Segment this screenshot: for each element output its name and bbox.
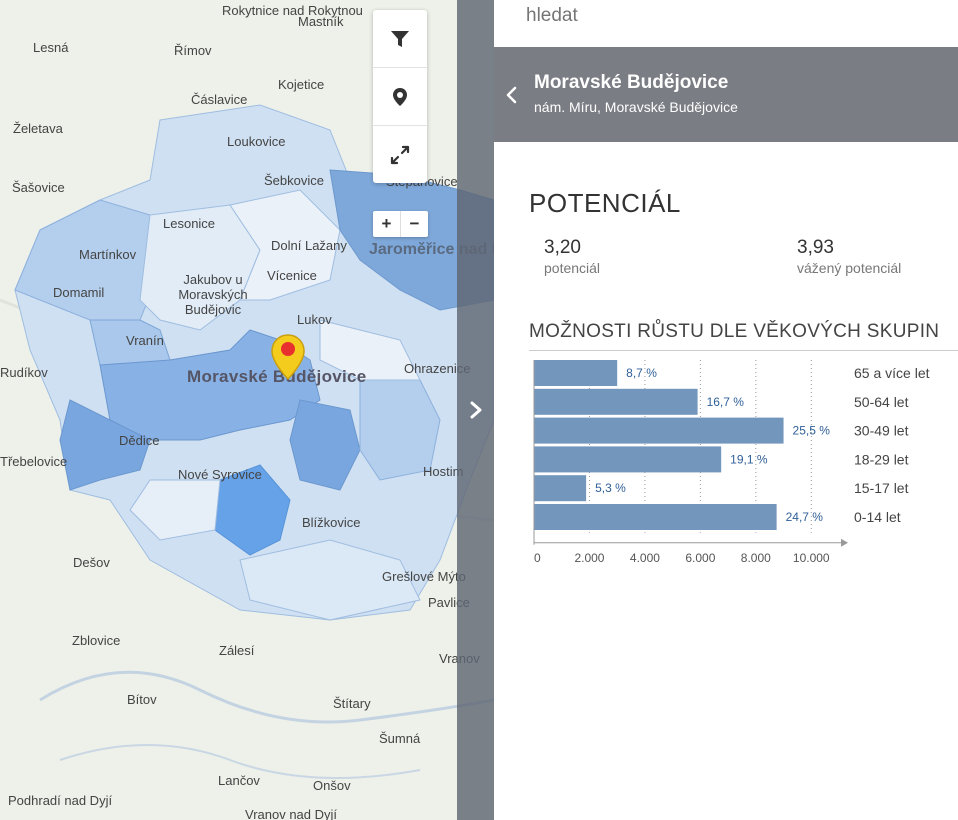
chevron-right-icon bbox=[470, 401, 481, 419]
map-place-label: Grešlové Mýto bbox=[382, 569, 466, 584]
map-place-label: Šumná bbox=[379, 731, 421, 746]
map-place-label: Rudíkov bbox=[0, 365, 48, 380]
map-place-label: Římov bbox=[174, 43, 212, 58]
bar bbox=[534, 360, 618, 386]
age-group-bar-chart: 8,7 % 65 a více let 16,7 % 50-64 let 25,5 % 3… bbox=[533, 360, 930, 562]
map-place-label: Šašovice bbox=[12, 180, 65, 195]
potential-value: 3,20 bbox=[544, 237, 581, 258]
map-place-label: Mastník bbox=[298, 14, 344, 29]
bar-percent-label: 16,7 % bbox=[707, 395, 745, 409]
panel-header: Moravské Budějovice nám. Míru, Moravské … bbox=[494, 47, 958, 142]
bar bbox=[534, 504, 777, 530]
map-place-label: Blížkovice bbox=[302, 515, 361, 530]
map-place-label: Martínkov bbox=[79, 247, 137, 262]
potential-label: potenciál bbox=[544, 260, 601, 276]
category-label: 65 a více let bbox=[854, 365, 930, 381]
map-place-label: Dědice bbox=[119, 433, 160, 448]
map-place-label: Podhradí nad Dyjí bbox=[8, 793, 113, 808]
x-tick-label: 4,000 bbox=[630, 551, 660, 562]
map[interactable]: Rokytnice nad Rokytnou Mastník Lesná Římov K… bbox=[0, 0, 494, 820]
back-button[interactable] bbox=[504, 85, 520, 110]
map-place-label: Štítary bbox=[333, 696, 371, 711]
place-address: nám. Míru, Moravské Budějovice bbox=[534, 99, 738, 115]
search-input[interactable] bbox=[524, 4, 928, 28]
bar-percent-label: 5,3 % bbox=[595, 481, 626, 495]
map-place-label: Zálesí bbox=[219, 643, 255, 658]
potential-heading: POTENCIÁL bbox=[529, 188, 681, 218]
weighted-potential-value: 3,93 bbox=[797, 237, 834, 258]
category-label: 30-49 let bbox=[854, 423, 909, 439]
map-place-label: Loukovice bbox=[227, 134, 286, 149]
map-place-label: Nové Syrovice bbox=[178, 467, 262, 482]
map-place-label: Dešov bbox=[73, 555, 110, 570]
x-axis-arrow bbox=[841, 538, 848, 547]
map-place-label: Onšov bbox=[313, 778, 351, 793]
map-place-label: Želetava bbox=[13, 121, 63, 136]
chevron-left-icon bbox=[506, 86, 517, 104]
map-place-label: Vranov nad Dyjí bbox=[245, 807, 338, 820]
bar-percent-label: 25,5 % bbox=[793, 424, 831, 438]
bar bbox=[534, 475, 587, 502]
map-place-label: Kojetice bbox=[278, 77, 325, 92]
map-place-label: Vícenice bbox=[267, 268, 317, 283]
map-place-label: Vranín bbox=[126, 333, 164, 348]
expand-icon bbox=[390, 145, 410, 164]
zoom-in-button[interactable]: + bbox=[373, 211, 401, 237]
x-tick-label: 2,000 bbox=[574, 551, 604, 562]
bar bbox=[534, 388, 698, 415]
map-place-label: Třebelovice bbox=[0, 454, 68, 469]
category-label: 18-29 let bbox=[854, 451, 909, 467]
x-tick-label: 6,000 bbox=[685, 551, 715, 562]
bar-percent-label: 8,7 % bbox=[626, 366, 657, 380]
bar bbox=[534, 446, 722, 473]
category-label: 15-17 let bbox=[854, 480, 909, 496]
bar-percent-label: 19,1 % bbox=[730, 452, 768, 466]
bar-percent-label: 24,7 % bbox=[786, 510, 824, 524]
x-tick-label: 10,000 bbox=[793, 551, 830, 562]
map-place-label: Lančov bbox=[218, 773, 260, 788]
map-controls bbox=[373, 10, 427, 183]
map-place-label: Lukov bbox=[297, 312, 332, 327]
map-place-label: Lesonice bbox=[163, 216, 216, 231]
map-place-label: Dolní Lažany bbox=[271, 238, 347, 253]
map-place-label: Lesná bbox=[33, 40, 69, 55]
map-pin-icon bbox=[393, 87, 407, 106]
map-place-label: Bítov bbox=[127, 692, 157, 707]
zoom-out-button[interactable]: − bbox=[401, 211, 428, 237]
category-label: 0-14 let bbox=[854, 509, 901, 525]
map-place-label: Domamil bbox=[53, 285, 105, 300]
location-marker-icon[interactable] bbox=[270, 333, 306, 381]
location-button[interactable] bbox=[373, 68, 427, 126]
map-place-label: Šebkovice bbox=[264, 173, 324, 188]
filter-button[interactable] bbox=[373, 10, 427, 68]
bar bbox=[534, 417, 784, 444]
zoom-control: + − bbox=[373, 211, 428, 237]
weighted-potential-label: vážený potenciál bbox=[797, 260, 902, 276]
divider bbox=[529, 350, 958, 351]
map-place-label: Čáslavice bbox=[191, 92, 248, 107]
x-tick-label: 0 bbox=[534, 551, 541, 562]
map-place-label: Zblovice bbox=[72, 633, 121, 648]
filter-icon bbox=[391, 30, 409, 47]
fullscreen-button[interactable] bbox=[373, 126, 427, 183]
place-title: Moravské Budějovice bbox=[534, 72, 729, 93]
collapse-panel-button[interactable] bbox=[457, 0, 494, 820]
map-place-label: Jakubov u Moravských Budějovic bbox=[178, 272, 248, 317]
x-tick-label: 8,000 bbox=[741, 551, 771, 562]
growth-heading: MOŽNOSTI RŮSTU DLE VĚKOVÝCH SKUPIN bbox=[529, 321, 940, 342]
category-label: 50-64 let bbox=[854, 394, 909, 410]
